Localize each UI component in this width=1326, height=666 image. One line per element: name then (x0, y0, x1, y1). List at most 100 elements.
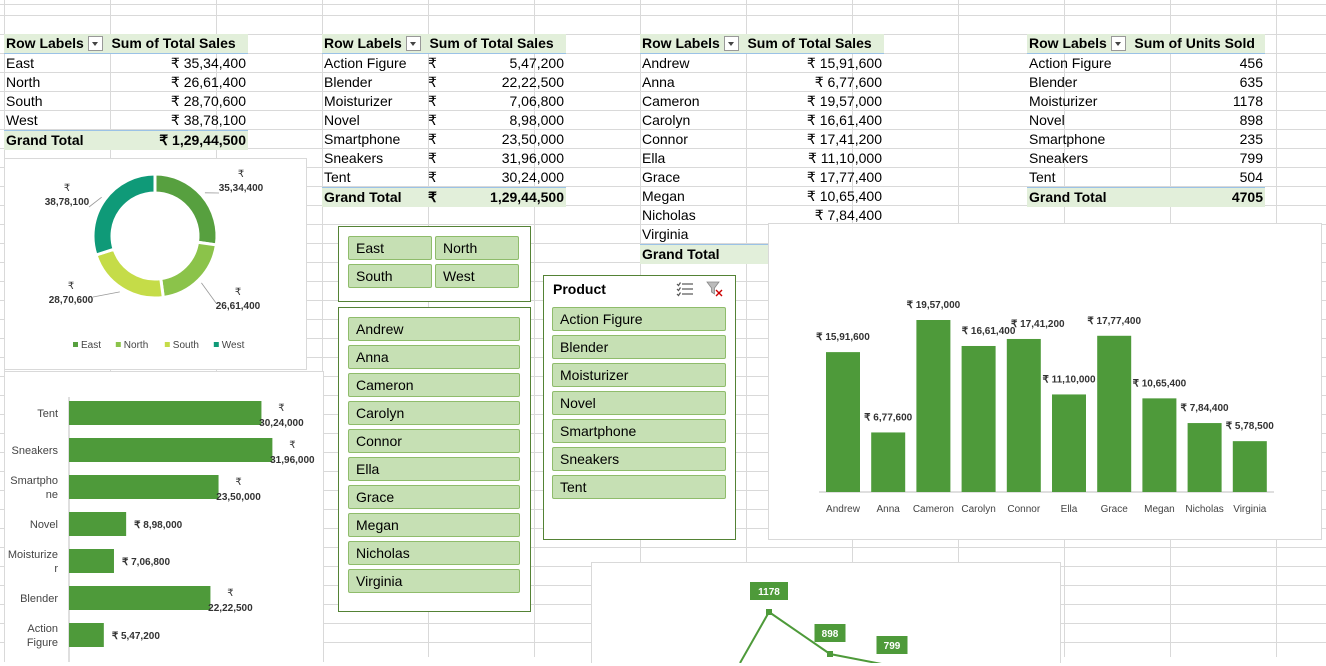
donut-slice[interactable] (96, 249, 163, 298)
slicer-item-south[interactable]: South (348, 264, 432, 288)
bar[interactable] (69, 438, 272, 462)
donut-slice[interactable] (93, 174, 155, 255)
slicer-item-carolyn[interactable]: Carolyn (348, 401, 520, 425)
grand-total-value: ₹ 1,29,44,500 (110, 131, 248, 150)
slicer-item-smartphone[interactable]: Smartphone (552, 419, 726, 443)
filter-dropdown-icon[interactable] (88, 36, 103, 51)
data-label: 38,78,100 (45, 197, 90, 208)
pivot-row: Grace₹ 17,77,400 (640, 168, 884, 187)
filter-dropdown-icon[interactable] (1111, 36, 1126, 51)
legend-label: South (173, 340, 199, 351)
slicer-item-blender[interactable]: Blender (552, 335, 726, 359)
row-label: Sneakers (1027, 149, 1133, 168)
bar[interactable] (916, 320, 950, 492)
bar[interactable] (69, 512, 126, 536)
pivot-row: Connor₹ 17,41,200 (640, 130, 884, 149)
filter-dropdown-icon[interactable] (724, 36, 739, 51)
hbar-svg: Tent₹30,24,000Sneakers₹31,96,000Smartpho… (5, 372, 323, 662)
data-point[interactable] (827, 651, 833, 657)
pivot-row: South₹ 28,70,600 (4, 92, 248, 111)
data-label: 23,50,000 (216, 492, 261, 503)
bar[interactable] (826, 352, 860, 492)
row-label: Virginia (640, 225, 746, 244)
bar[interactable] (1097, 336, 1131, 492)
slicer-item-moisturizer[interactable]: Moisturizer (552, 363, 726, 387)
slicer-item-west[interactable]: West (435, 264, 519, 288)
slicer-item-anna[interactable]: Anna (348, 345, 520, 369)
data-label: ₹ (68, 281, 74, 292)
legend-label: North (124, 340, 148, 351)
product-bar-chart[interactable]: Tent₹30,24,000Sneakers₹31,96,000Smartpho… (4, 371, 324, 662)
data-label: ₹ 11,10,000 (1042, 374, 1096, 385)
bar[interactable] (1007, 339, 1041, 492)
pivot-row: North₹ 26,61,400 (4, 73, 248, 92)
pivot-row: West₹ 38,78,100 (4, 111, 248, 130)
legend-swatch (116, 342, 121, 347)
region-slicer: EastNorthSouthWest (338, 226, 531, 302)
slicer-item-north[interactable]: North (435, 236, 519, 260)
pivot-row: Smartphone₹23,50,000 (322, 130, 566, 149)
bar[interactable] (69, 586, 210, 610)
bar[interactable] (1188, 423, 1222, 492)
donut-slice[interactable] (161, 242, 217, 297)
data-label: 30,24,000 (259, 418, 304, 429)
legend-swatch (214, 342, 219, 347)
slicer-item-nicholas[interactable]: Nicholas (348, 541, 520, 565)
region-donut-chart[interactable]: ₹35,34,400₹26,61,400₹28,70,600₹38,78,100… (4, 158, 307, 370)
slicer-item-megan[interactable]: Megan (348, 513, 520, 537)
slicer-item-east[interactable]: East (348, 236, 432, 260)
category-label: ne (46, 489, 58, 501)
bar[interactable] (69, 623, 104, 647)
bar[interactable] (69, 475, 219, 499)
row-label: Nicholas (640, 206, 746, 225)
multi-select-icon[interactable] (676, 281, 694, 297)
pivot-units: Row Labels Sum of Units Sold Action Figu… (1027, 34, 1265, 207)
slicer-item-action-figure[interactable]: Action Figure (552, 307, 726, 331)
slicer-item-cameron[interactable]: Cameron (348, 373, 520, 397)
slicer-item-andrew[interactable]: Andrew (348, 317, 520, 341)
slicer-item-ella[interactable]: Ella (348, 457, 520, 481)
row-label: West (4, 111, 110, 130)
row-value: 31,96,000 (448, 149, 566, 168)
row-value: 235 (1133, 130, 1265, 149)
slicer-item-sneakers[interactable]: Sneakers (552, 447, 726, 471)
pivot-row: Novel898 (1027, 111, 1265, 130)
slicer-item-novel[interactable]: Novel (552, 391, 726, 415)
pivot-row: Moisturizer₹7,06,800 (322, 92, 566, 111)
row-value: 504 (1133, 168, 1265, 187)
bar[interactable] (1142, 398, 1176, 492)
customer-column-chart[interactable]: ₹ 15,91,600Andrew₹ 6,77,600Anna₹ 19,57,0… (768, 223, 1322, 540)
filter-dropdown-icon[interactable] (406, 36, 421, 51)
clear-filter-icon[interactable] (706, 281, 724, 297)
bar[interactable] (871, 432, 905, 492)
pivot-row: East₹ 35,34,400 (4, 54, 248, 73)
value-header: Sum of Total Sales (107, 34, 248, 53)
category-label: Sneakers (12, 445, 59, 457)
pivot-row: Cameron₹ 19,57,000 (640, 92, 884, 111)
data-label: ₹ (227, 588, 233, 599)
category-label: r (54, 563, 58, 575)
pivot-row: Sneakers₹31,96,000 (322, 149, 566, 168)
donut-svg: ₹35,34,400₹26,61,400₹28,70,600₹38,78,100… (5, 159, 306, 369)
category-label: Virginia (1233, 504, 1267, 515)
row-label: Blender (1027, 73, 1133, 92)
slicer-item-tent[interactable]: Tent (552, 475, 726, 499)
bar[interactable] (69, 401, 261, 425)
pivot-header: Row Labels Sum of Total Sales (640, 34, 884, 54)
slicer-item-grace[interactable]: Grace (348, 485, 520, 509)
slicer-item-connor[interactable]: Connor (348, 429, 520, 453)
row-value: 1178 (1133, 92, 1265, 111)
currency-symbol: ₹ (428, 54, 448, 73)
data-label: ₹ 7,06,800 (122, 557, 171, 568)
bar[interactable] (962, 346, 996, 492)
bar[interactable] (1233, 441, 1267, 492)
currency-symbol: ₹ (428, 73, 448, 92)
units-line-chart[interactable]: 1178898799 (591, 562, 1061, 663)
data-point[interactable] (766, 609, 772, 615)
bar[interactable] (1052, 394, 1086, 492)
pivot-row: Novel₹8,98,000 (322, 111, 566, 130)
donut-slice[interactable] (155, 174, 217, 245)
row-value: 22,22,500 (448, 73, 566, 92)
slicer-item-virginia[interactable]: Virginia (348, 569, 520, 593)
bar[interactable] (69, 549, 114, 573)
